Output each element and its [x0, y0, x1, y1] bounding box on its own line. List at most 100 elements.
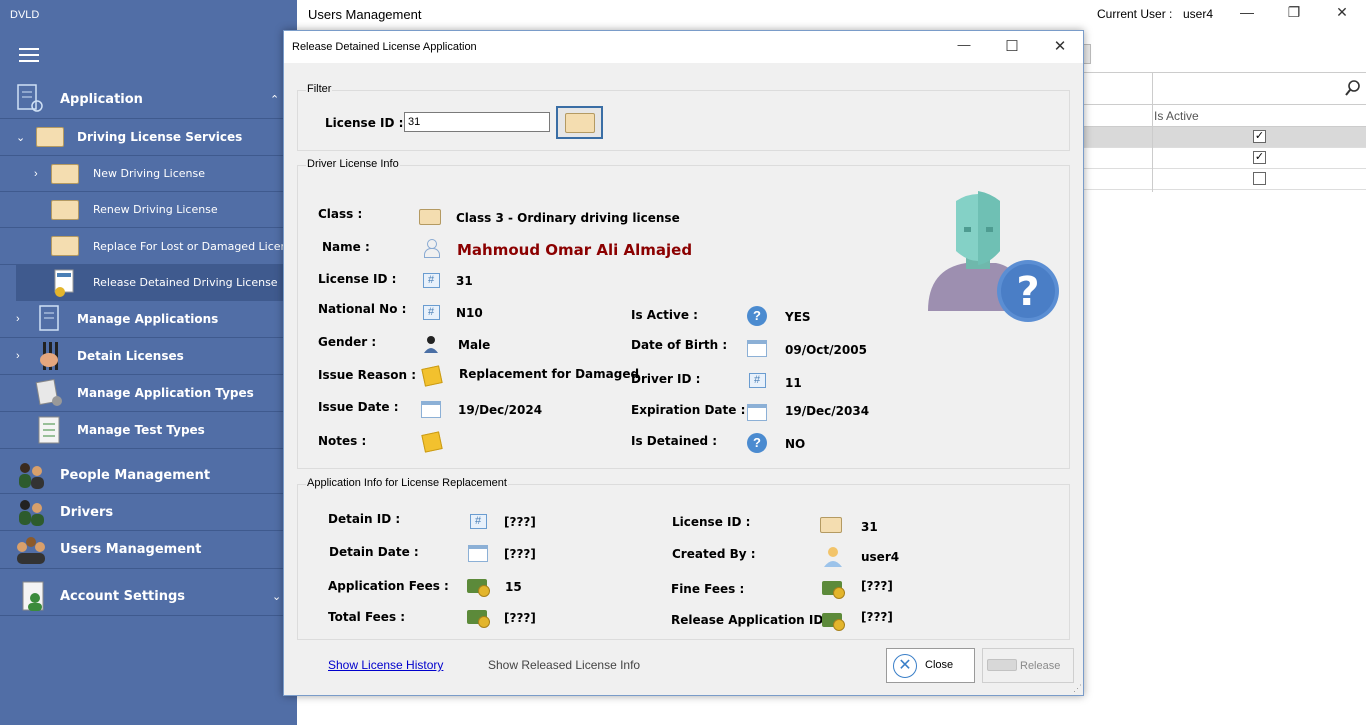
- nav-renew-driving-license[interactable]: Renew Driving License: [0, 192, 283, 228]
- table-row[interactable]: [1083, 169, 1366, 190]
- nav-drivers[interactable]: Drivers: [0, 494, 283, 531]
- money-icon: [466, 606, 490, 628]
- find-license-button[interactable]: [556, 106, 603, 139]
- app-info-caption: Application Info for License Replacement: [306, 477, 508, 489]
- application-doc-icon: [14, 83, 46, 115]
- maximize-icon[interactable]: ☐: [997, 37, 1027, 55]
- hash-icon: #: [467, 510, 489, 532]
- search-icon[interactable]: [1345, 79, 1361, 100]
- nav-application[interactable]: Application ⌃: [0, 80, 283, 119]
- chevron-down-icon[interactable]: ⌄: [272, 590, 281, 603]
- dob-label: Date of Birth :: [631, 338, 728, 352]
- is-active-checkbox[interactable]: ✓: [1253, 130, 1266, 143]
- close-button[interactable]: ✕ Close: [886, 648, 975, 683]
- issue-reason-label: Issue Reason :: [318, 368, 416, 382]
- close-icon[interactable]: ✕: [1045, 37, 1075, 55]
- license-renew-icon: [50, 197, 80, 223]
- unknown-person-photo: ?: [926, 191, 1066, 330]
- filter-caption: Filter: [306, 83, 333, 95]
- calendar-icon: [746, 337, 768, 359]
- application-info-group: Application Info for License Replacement…: [297, 477, 1070, 640]
- money-icon: [821, 577, 845, 599]
- license-card-icon: [34, 124, 66, 150]
- license-id-input[interactable]: [404, 112, 550, 132]
- nav-replace-license[interactable]: Replace For Lost or Damaged License: [0, 228, 300, 265]
- nav-label: Replace For Lost or Damaged License: [93, 239, 301, 253]
- close-icon[interactable]: ✕: [1327, 4, 1357, 21]
- money-icon: [466, 575, 490, 597]
- nav-label: Renew Driving License: [93, 203, 218, 216]
- grid-divider: [1152, 72, 1153, 192]
- minimize-icon[interactable]: —: [949, 37, 979, 52]
- chevron-right-icon[interactable]: ›: [16, 350, 20, 362]
- release-application-id-label: Release Application ID:: [671, 613, 829, 627]
- sidebar: DVLD Application ⌃ ⌄ Driving License Ser…: [0, 0, 300, 725]
- nav-label: Manage Test Types: [77, 423, 205, 437]
- hash-icon: #: [420, 301, 442, 323]
- resize-grip-icon[interactable]: ⋰: [1073, 683, 1082, 694]
- license-card-icon: [820, 514, 842, 536]
- table-row[interactable]: ✓: [1083, 127, 1366, 148]
- table-row[interactable]: ✓: [1083, 148, 1366, 169]
- restore-icon[interactable]: ❐: [1279, 4, 1309, 21]
- grid-header[interactable]: Is Active: [1083, 105, 1366, 127]
- current-user-value: user4: [1183, 7, 1214, 21]
- detain-date-label: Detain Date :: [329, 545, 419, 559]
- fine-fees-label: Fine Fees :: [671, 582, 745, 596]
- expiration-date-value: 19/Dec/2034: [785, 404, 870, 418]
- detain-date-value: [???]: [504, 547, 536, 561]
- nav-people-management[interactable]: People Management: [0, 457, 283, 494]
- gender-label: Gender :: [318, 335, 377, 349]
- detain-id-label: Detain ID :: [328, 512, 401, 526]
- nav-account-settings[interactable]: Account Settings ⌄: [0, 578, 283, 616]
- male-icon: [420, 333, 442, 355]
- hash-icon: #: [746, 369, 768, 391]
- show-released-license-info-link[interactable]: Show Released License Info: [488, 658, 640, 672]
- dialog-titlebar[interactable]: Release Detained License Application — ☐…: [284, 31, 1083, 63]
- nav-label: Application: [60, 91, 143, 107]
- page-title: Users Management: [308, 7, 422, 22]
- svg-text:?: ?: [1016, 269, 1039, 315]
- release-button[interactable]: Release: [982, 648, 1074, 683]
- is-detained-value: NO: [785, 437, 806, 451]
- nav-label: Detain Licenses: [77, 349, 184, 363]
- users-icon: [14, 534, 48, 566]
- nav-manage-test-types[interactable]: Manage Test Types: [0, 412, 283, 449]
- nav-label: Account Settings: [60, 589, 186, 604]
- national-no-label: National No :: [318, 302, 407, 316]
- grid-toolbar: [1083, 72, 1366, 105]
- people-icon: [14, 459, 48, 491]
- name-value: Mahmoud Omar Ali Almajed: [457, 241, 693, 259]
- license-search-icon: [564, 112, 595, 133]
- is-active-value: YES: [785, 310, 811, 324]
- nav-label: Manage Applications: [77, 312, 219, 326]
- hamburger-menu-icon[interactable]: [19, 48, 39, 62]
- release-application-id-value: [???]: [861, 610, 893, 624]
- chevron-right-icon[interactable]: ›: [34, 168, 38, 180]
- show-license-history-link[interactable]: Show License History: [328, 658, 443, 672]
- nav-new-driving-license[interactable]: › New Driving License: [0, 156, 283, 192]
- applications-icon: [36, 304, 66, 334]
- col-is-active[interactable]: Is Active: [1154, 109, 1199, 123]
- toolbar-button-edge[interactable]: [1083, 44, 1091, 64]
- users-grid[interactable]: Is Active ✓ ✓: [1083, 72, 1366, 192]
- hash-icon: #: [420, 269, 442, 291]
- nav-detain-licenses[interactable]: › Detain Licenses: [0, 338, 283, 375]
- license-id-filter-label: License ID :: [325, 116, 404, 130]
- app-title: DVLD: [10, 9, 40, 21]
- chevron-right-icon[interactable]: ›: [16, 313, 20, 325]
- nav-driving-license-services[interactable]: ⌄ Driving License Services: [0, 119, 283, 156]
- chevron-up-icon[interactable]: ⌃: [270, 93, 279, 106]
- dialog-title: Release Detained License Application: [292, 41, 477, 53]
- minimize-icon[interactable]: —: [1232, 4, 1262, 20]
- calendar-icon: [746, 401, 768, 423]
- user-icon: [822, 545, 844, 567]
- nav-manage-application-types[interactable]: Manage Application Types: [0, 375, 283, 412]
- is-active-checkbox[interactable]: ✓: [1253, 151, 1266, 164]
- chevron-down-icon[interactable]: ⌄: [16, 131, 25, 144]
- class-label: Class :: [318, 207, 363, 221]
- nav-release-detained-license[interactable]: Release Detained Driving License: [16, 265, 283, 301]
- is-active-checkbox[interactable]: [1253, 172, 1266, 185]
- nav-users-management[interactable]: Users Management: [0, 531, 283, 569]
- nav-manage-applications[interactable]: › Manage Applications: [0, 301, 283, 338]
